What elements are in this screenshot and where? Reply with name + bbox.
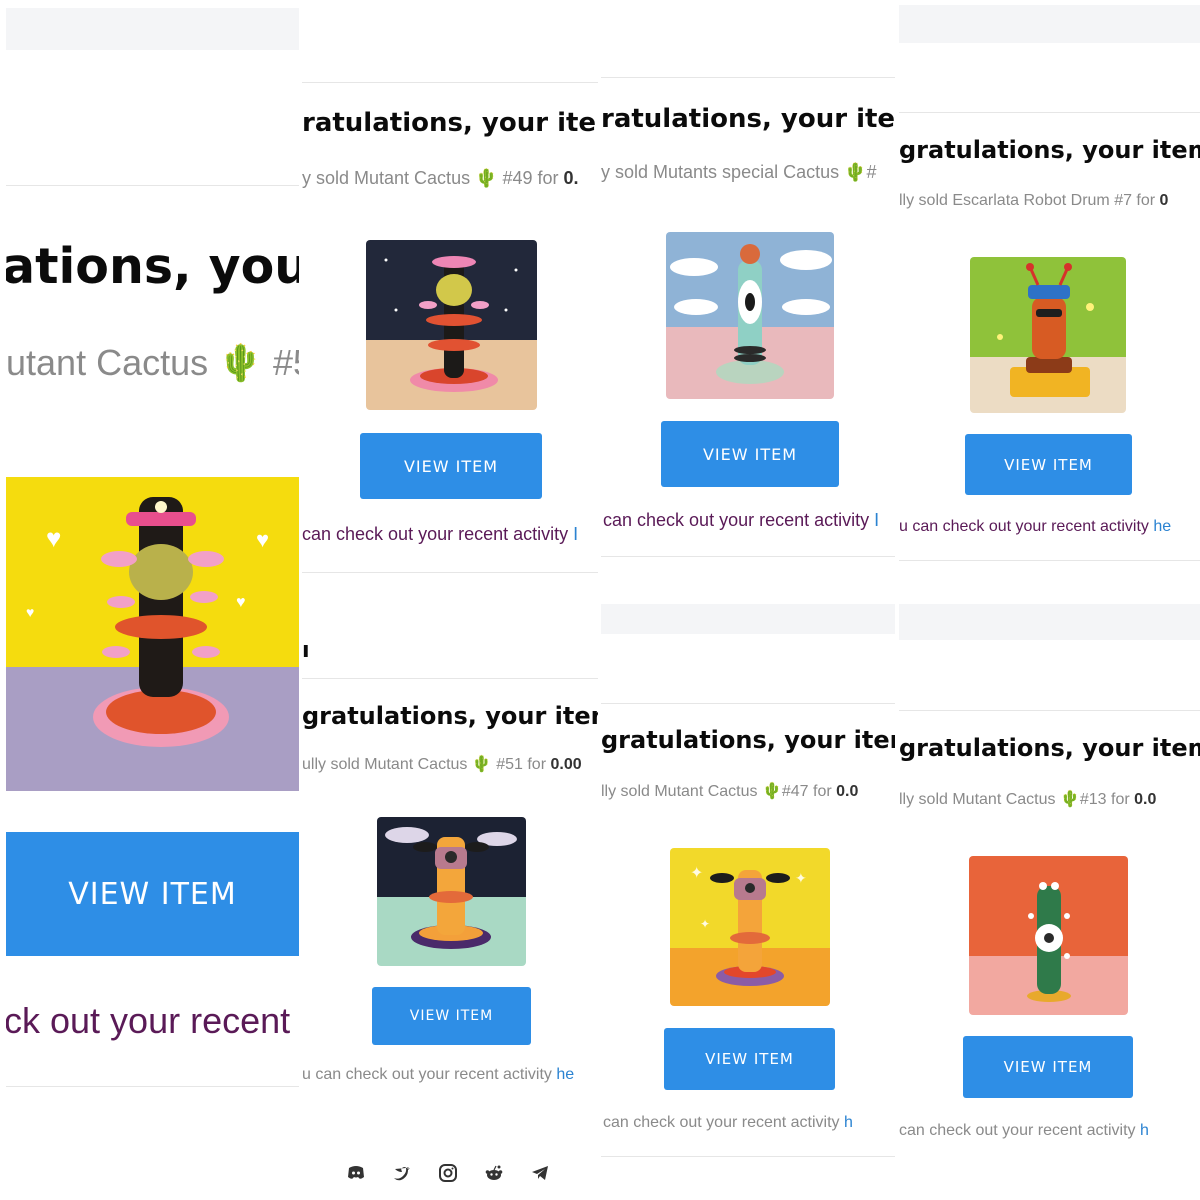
activity-link[interactable]: he — [556, 1066, 574, 1083]
email-title: ations, your — [6, 238, 299, 295]
subtitle-price: 0.0 — [836, 783, 859, 800]
email-title: gratulations, your item — [601, 726, 895, 754]
svg-text:✦: ✦ — [700, 917, 710, 931]
nft-item-image — [377, 817, 526, 966]
divider — [899, 560, 1200, 561]
activity-prefix: u can check out your recent activity — [302, 1066, 557, 1083]
subtitle-prefix: ully sold Mutant Cactus 🌵 #51 for — [302, 756, 551, 773]
activity-prefix: can check out your recent activity — [302, 524, 574, 544]
social-links — [346, 1163, 550, 1183]
divider — [899, 710, 1200, 711]
twitter-icon[interactable] — [392, 1163, 412, 1183]
activity-text: can check out your recent activity h — [899, 1122, 1149, 1140]
nft-item-image: ♥ ♥ ♥ ♥ — [6, 477, 299, 791]
title-fragment: ı — [302, 638, 310, 663]
activity-prefix: u can check out your recent activity — [899, 518, 1154, 535]
svg-text:♥: ♥ — [46, 523, 61, 553]
nft-item-image — [970, 257, 1126, 413]
divider — [6, 1086, 299, 1087]
email-panel-2: ratulations, your item y sold Mutant Cac… — [302, 0, 598, 598]
email-subtitle: y sold Mutants special Cactus 🌵# — [601, 162, 877, 182]
svg-text:✦: ✦ — [795, 870, 807, 886]
view-item-button[interactable]: VIEW ITEM — [965, 434, 1132, 495]
divider — [601, 1156, 895, 1157]
reddit-icon[interactable] — [484, 1163, 504, 1183]
email-top-bar — [6, 8, 299, 50]
subtitle-price: 0.00 — [550, 756, 582, 773]
nft-item-image — [969, 856, 1128, 1015]
activity-prefix: can check out your recent activity — [603, 1114, 844, 1131]
divider — [302, 82, 598, 83]
nft-item-image — [366, 240, 537, 410]
subtitle-prefix: lly sold Mutant Cactus 🌵#13 for — [899, 791, 1135, 808]
divider — [601, 556, 895, 557]
activity-text: can check out your recent activity I — [302, 524, 578, 545]
email-title: gratulations, your item s — [302, 702, 598, 730]
nft-item-image: ✦ ✦ ✦ — [670, 848, 830, 1006]
svg-text:✦: ✦ — [690, 865, 703, 882]
email-subtitle: y sold Mutant Cactus 🌵 #49 for 0. — [302, 168, 579, 189]
subtitle-price: 0. — [563, 168, 579, 188]
divider — [899, 112, 1200, 113]
email-panel-6: gratulations, your item lly sold Mutant … — [601, 600, 895, 1200]
view-item-button[interactable]: VIEW ITEM — [661, 421, 839, 487]
subtitle-prefix: lly sold Mutant Cactus 🌵#47 for — [601, 783, 837, 800]
activity-prefix: ck out your recent — [6, 1000, 291, 1041]
email-top-bar — [601, 604, 895, 634]
view-item-button[interactable]: VIEW ITEM — [664, 1028, 835, 1090]
email-panel-3: ratulations, your item y sold Mutants sp… — [601, 0, 895, 598]
email-panel-7: gratulations, your item lly sold Mutant … — [899, 600, 1200, 1200]
subtitle-prefix: lly sold Escarlata Robot Drum #7 for — [899, 192, 1160, 209]
email-panel-4: gratulations, your item s lly sold Escar… — [899, 0, 1200, 598]
divider — [601, 77, 895, 78]
telegram-icon[interactable] — [530, 1163, 550, 1183]
activity-prefix: can check out your recent activity — [899, 1122, 1140, 1139]
divider — [302, 678, 598, 679]
subtitle-price: 0 — [1159, 192, 1169, 209]
email-title: gratulations, your item s — [899, 136, 1200, 164]
svg-text:♥: ♥ — [256, 527, 269, 552]
email-subtitle: utant Cactus 🌵 #5 — [6, 342, 299, 383]
subtitle-prefix: y sold Mutant Cactus 🌵 #49 for — [302, 168, 564, 188]
divider — [302, 572, 598, 573]
activity-prefix: can check out your recent activity — [603, 510, 875, 530]
email-top-bar — [899, 604, 1200, 640]
activity-text: can check out your recent activity h — [603, 1114, 853, 1132]
email-subtitle: ully sold Mutant Cactus 🌵 #51 for 0.00 — [302, 754, 582, 774]
svg-text:♥: ♥ — [26, 604, 34, 620]
divider — [6, 185, 299, 186]
email-title: ratulations, your item — [302, 108, 598, 138]
activity-text: can check out your recent activity I — [603, 510, 879, 531]
email-subtitle: lly sold Mutant Cactus 🌵#47 for 0.0 — [601, 781, 858, 801]
view-item-button[interactable]: VIEW ITEM — [6, 832, 299, 956]
subtitle-price: 0.0 — [1134, 791, 1157, 808]
activity-link[interactable]: h — [1140, 1122, 1149, 1139]
email-title: gratulations, your item — [899, 734, 1200, 762]
activity-link[interactable]: he — [1153, 518, 1171, 535]
email-subtitle: lly sold Escarlata Robot Drum #7 for 0 — [899, 192, 1168, 210]
activity-link[interactable]: h — [844, 1114, 853, 1131]
activity-link[interactable]: I — [573, 524, 578, 544]
email-panel-1: ations, your utant Cactus 🌵 #5 ♥ ♥ ♥ ♥ V… — [6, 0, 299, 1200]
email-top-bar — [899, 5, 1200, 43]
email-title: ratulations, your item — [601, 104, 895, 134]
discord-icon[interactable] — [346, 1163, 366, 1183]
svg-text:♥: ♥ — [236, 594, 246, 611]
email-panel-5: ı gratulations, your item s ully sold Mu… — [302, 600, 598, 1200]
nft-item-image — [666, 232, 834, 399]
activity-text: u can check out your recent activity he — [899, 518, 1171, 536]
email-subtitle: lly sold Mutant Cactus 🌵#13 for 0.0 — [899, 789, 1156, 809]
activity-link[interactable]: I — [874, 510, 879, 530]
view-item-button[interactable]: VIEW ITEM — [360, 433, 542, 499]
divider — [601, 703, 895, 704]
instagram-icon[interactable] — [438, 1163, 458, 1183]
view-item-button[interactable]: VIEW ITEM — [963, 1036, 1133, 1098]
activity-text: ck out your recent — [6, 1000, 290, 1042]
view-item-button[interactable]: VIEW ITEM — [372, 987, 531, 1045]
activity-text: u can check out your recent activity he — [302, 1066, 574, 1084]
